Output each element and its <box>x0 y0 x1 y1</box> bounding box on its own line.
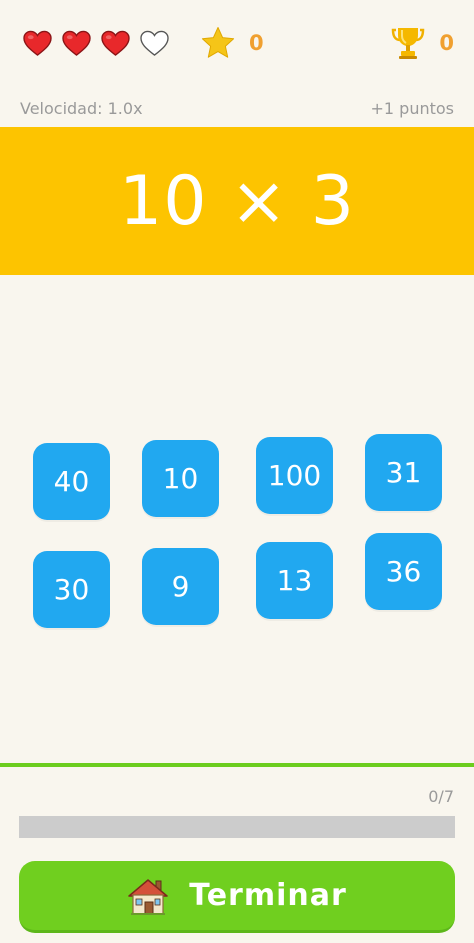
heart-full-icon <box>23 30 52 56</box>
heart-full-icon <box>62 30 91 56</box>
status-bar: 0 0 <box>0 0 474 86</box>
trophies-count: 0 <box>439 31 454 55</box>
speed-label: Velocidad: 1.0x <box>20 98 143 118</box>
star-icon <box>201 27 235 58</box>
finish-button-label: Terminar <box>189 878 347 913</box>
answer-tile[interactable]: 40 <box>33 443 110 520</box>
heart-full-icon <box>101 30 130 56</box>
trophies-counter: 0 <box>390 26 454 60</box>
answer-tile[interactable]: 10 <box>142 440 219 517</box>
stars-count: 0 <box>249 31 264 55</box>
answer-tile[interactable]: 30 <box>33 551 110 628</box>
answer-tile[interactable]: 31 <box>365 434 442 511</box>
progress-bar <box>19 816 455 838</box>
house-icon <box>128 878 168 915</box>
question-text: 10 × 3 <box>119 161 355 241</box>
progress-label: 0/7 <box>428 787 454 806</box>
points-label: +1 puntos <box>370 98 454 118</box>
finish-button[interactable]: Terminar <box>19 861 455 933</box>
lives <box>22 29 170 57</box>
question-banner: 10 × 3 <box>0 127 474 275</box>
trophy-icon <box>392 28 425 59</box>
answer-tile[interactable]: 100 <box>256 437 333 514</box>
stars-counter: 0 <box>200 26 264 60</box>
info-row: Velocidad: 1.0x +1 puntos <box>20 96 454 120</box>
heart-empty-icon <box>140 30 169 56</box>
answer-tile[interactable]: 36 <box>365 533 442 610</box>
divider <box>0 763 474 767</box>
answer-tile[interactable]: 9 <box>142 548 219 625</box>
answer-tile[interactable]: 13 <box>256 542 333 619</box>
